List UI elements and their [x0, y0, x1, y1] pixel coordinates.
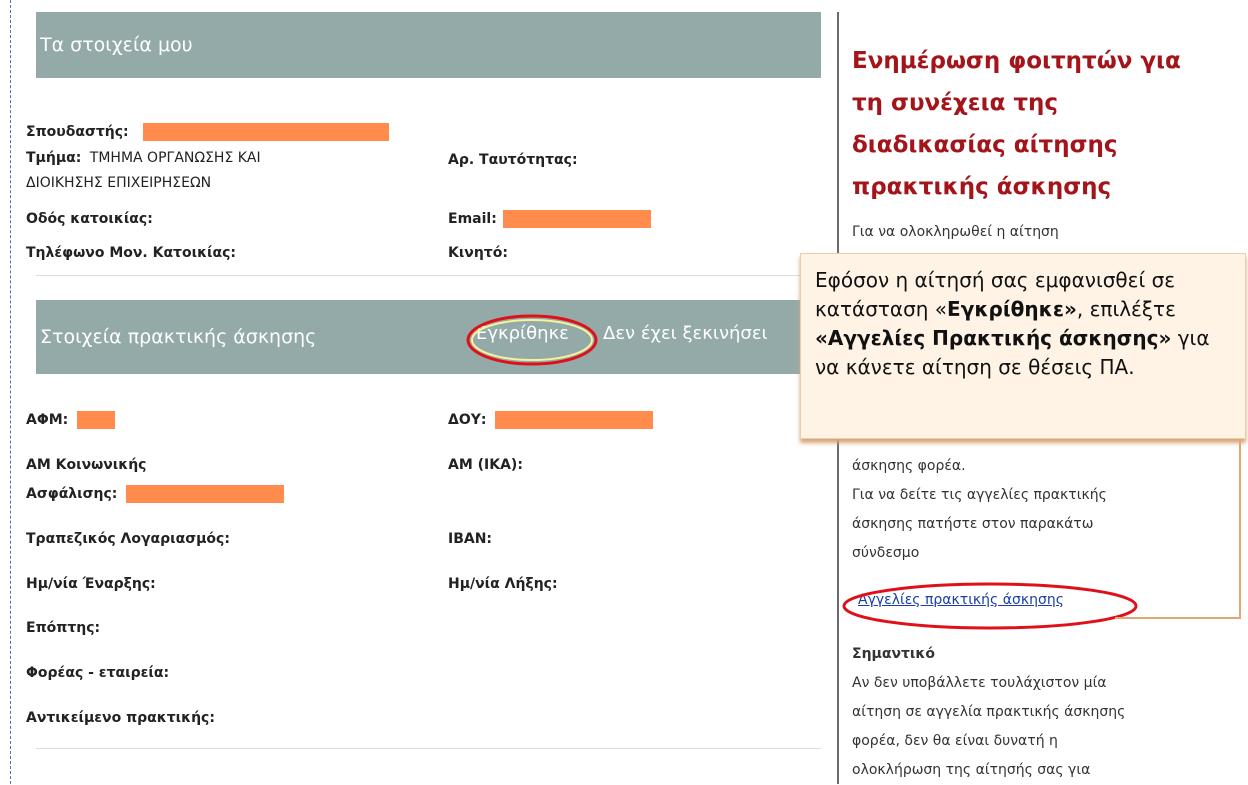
redacted-doy	[494, 411, 653, 429]
callout-bold-2: «Αγγελίες Πρακτικής άσκησης»	[815, 326, 1172, 350]
dept-label: Τμήμα:	[26, 150, 82, 166]
callout-connector-vertical	[1239, 439, 1241, 619]
afm-row: ΑΦΜ:	[26, 410, 115, 430]
sidebar-text-1: άσκησης φορέα.	[852, 458, 966, 474]
iban-row: IBAN:	[448, 529, 492, 549]
iban-label: IBAN:	[448, 531, 493, 547]
end-date-row: Ημ/νία Λήξης:	[448, 574, 558, 594]
my-details-panel: Τα στοιχεία μου Σπουδαστής: Τμήμα: ΤΜΗΜΑ…	[26, 12, 821, 276]
phone-label: Τηλέφωνο Μον. Κατοικίας:	[26, 245, 236, 261]
redacted-email	[503, 210, 652, 228]
internship-header: Στοιχεία πρακτικής άσκησης Εγκρίθηκε Δεν…	[36, 300, 821, 374]
dept-value-row-2: ΔΙΟΙΚΗΣΗΣ ΕΠΙΧΕΙΡΗΣΕΩΝ	[26, 173, 211, 193]
id-label: Αρ. Ταυτότητας:	[448, 152, 578, 168]
dept-value-2: ΔΙΟΙΚΗΣΗΣ ΕΠΙΧΕΙΡΗΣΕΩΝ	[26, 175, 212, 191]
start-date-row: Ημ/νία Έναρξης:	[26, 574, 156, 594]
company-row: Φορέας - εταιρεία:	[26, 663, 169, 683]
important-text-4: ολοκλήρωση της αίτησής σας για	[852, 762, 1091, 778]
supervisor-row: Επόπτης:	[26, 618, 100, 638]
address-row: Οδός κατοικίας:	[26, 209, 153, 229]
sidebar-title: Ενημέρωση φοιτητών για τη συνέχεια της δ…	[852, 48, 1181, 200]
bank-label: Τραπεζικός Λογαριασμός:	[26, 531, 230, 547]
email-row: Email:	[448, 209, 652, 229]
internship-title: Στοιχεία πρακτικής άσκησης	[40, 326, 317, 348]
email-label: Email:	[448, 211, 497, 227]
am-ika-label: ΑΜ (ΙΚΑ):	[448, 457, 523, 473]
company-label: Φορέας - εταιρεία:	[26, 665, 170, 681]
address-label: Οδός κατοικίας:	[26, 211, 153, 227]
important-text-2: αίτηση σε αγγελία πρακτικής άσκησης	[852, 704, 1126, 720]
subject-row: Αντικείμενο πρακτικής:	[26, 708, 215, 728]
redacted-student-name	[143, 123, 390, 141]
bank-row: Τραπεζικός Λογαριασμός:	[26, 529, 230, 549]
afm-label: ΑΦΜ:	[26, 412, 69, 428]
student-row: Σπουδαστής:	[26, 122, 390, 142]
status-not-started-badge: Δεν έχει ξεκινήσει	[603, 323, 768, 344]
sidebar-text-2: Για να δείτε τις αγγελίες πρακτικής	[852, 487, 1107, 503]
my-details-header: Τα στοιχεία μου	[36, 12, 821, 78]
redacted-am-social	[125, 485, 284, 503]
end-date-label: Ημ/νία Λήξης:	[448, 576, 558, 592]
important-heading: Σημαντικό	[852, 646, 935, 662]
callout-bold-1: Εγκρίθηκε»	[947, 297, 1077, 321]
am-social-row: ΑΜ Κοινωνικής	[26, 455, 146, 475]
important-text-3: φορέα, δεν θα είναι δυνατή η	[852, 733, 1058, 749]
sidebar-text-4: σύνδεσμο	[852, 545, 920, 561]
my-details-title: Τα στοιχεία μου	[40, 34, 193, 56]
id-row: Αρ. Ταυτότητας:	[448, 150, 578, 170]
redacted-afm	[76, 411, 115, 429]
doy-label: ΔΟΥ:	[448, 412, 487, 428]
callout-text-2: , επιλέξτε	[1076, 297, 1176, 321]
important-text-1: Αν δεν υποβάλλετε τουλάχιστον μία	[852, 675, 1107, 691]
start-date-label: Ημ/νία Έναρξης:	[26, 576, 156, 592]
approved-highlight-ellipse	[466, 314, 598, 366]
link-highlight-ellipse	[842, 582, 1138, 630]
page-left-guide	[10, 0, 11, 784]
phone-row: Τηλέφωνο Μον. Κατοικίας:	[26, 243, 236, 263]
am-social-row-2: Ασφάλισης:	[26, 484, 284, 504]
subject-label: Αντικείμενο πρακτικής:	[26, 710, 215, 726]
doy-row: ΔΟΥ:	[448, 410, 653, 430]
am-ika-row: ΑΜ (ΙΚΑ):	[448, 455, 523, 475]
am-social-label-2: Ασφάλισης:	[26, 486, 118, 502]
dept-value-1: ΤΜΗΜΑ ΟΡΓΑΝΩΣΗΣ ΚΑΙ	[89, 150, 261, 166]
am-social-label-1: ΑΜ Κοινωνικής	[26, 457, 147, 473]
instruction-callout: Εφόσον η αίτησή σας εμφανισθεί σε κατάστ…	[800, 253, 1246, 439]
sidebar-text-3: άσκησης πατήστε στον παρακάτω	[852, 516, 1094, 532]
student-label: Σπουδαστής:	[26, 124, 129, 140]
dept-row: Τμήμα: ΤΜΗΜΑ ΟΡΓΑΝΩΣΗΣ ΚΑΙ	[26, 148, 261, 168]
supervisor-label: Επόπτης:	[26, 620, 101, 636]
callout-connector-horizontal	[1115, 617, 1241, 619]
mobile-row: Κινητό:	[448, 243, 508, 263]
internship-panel: Στοιχεία πρακτικής άσκησης Εγκρίθηκε Δεν…	[26, 300, 821, 749]
sidebar-intro: Για να ολοκληρωθεί η αίτηση	[852, 224, 1059, 240]
mobile-label: Κινητό:	[448, 245, 508, 261]
